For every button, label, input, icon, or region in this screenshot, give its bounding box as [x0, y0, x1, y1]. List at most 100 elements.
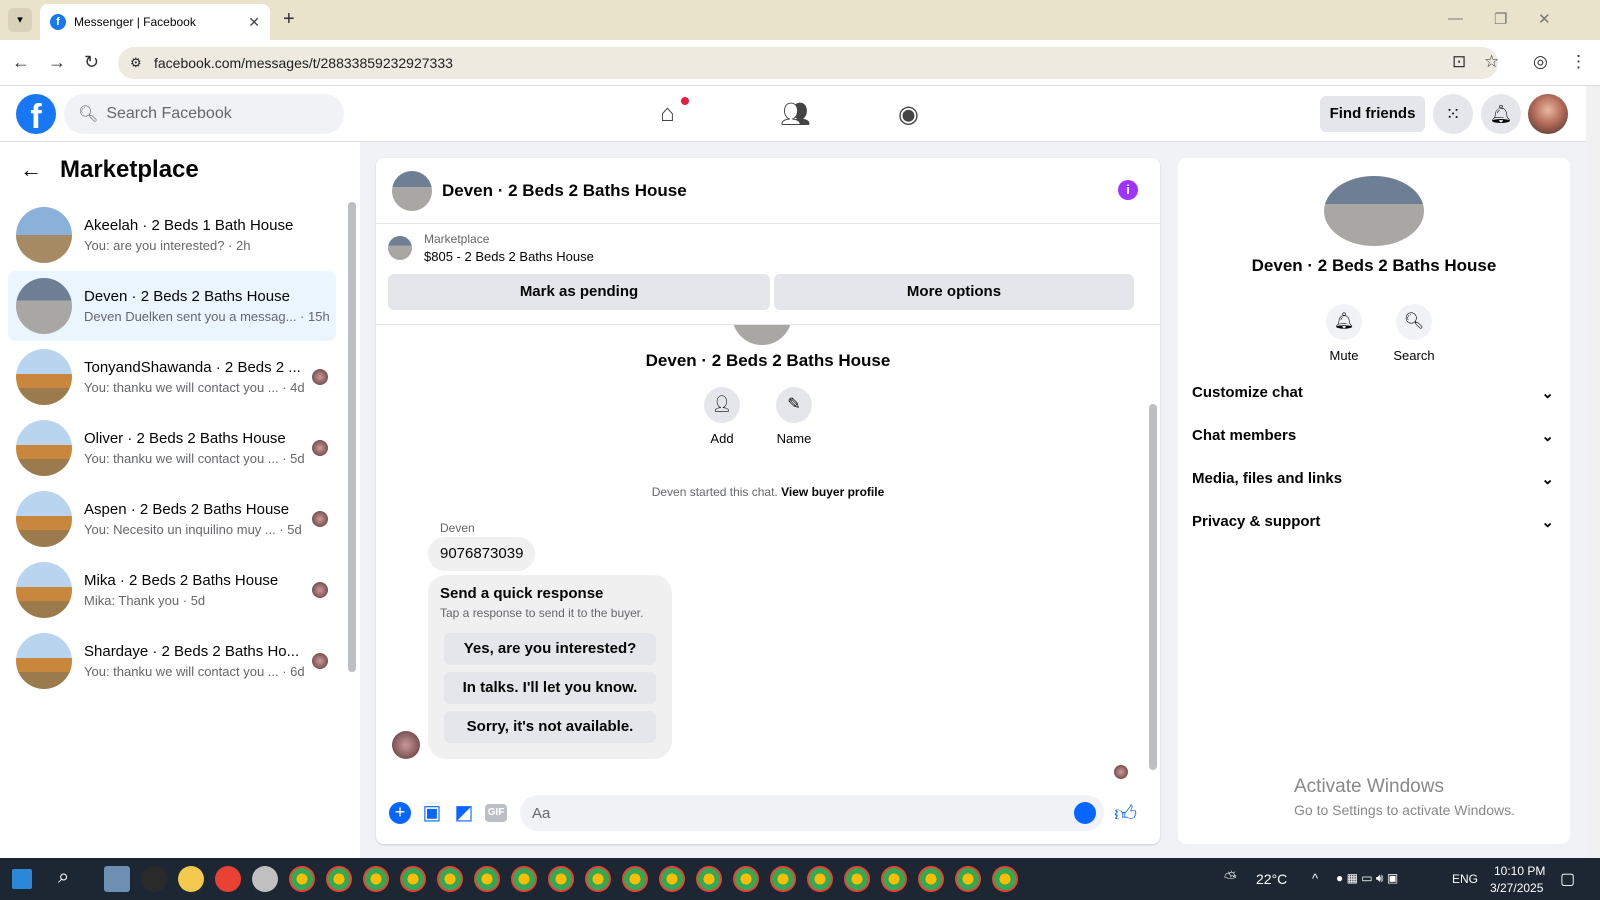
chat-title[interactable]: Deven · 2 Beds 2 Baths House: [442, 181, 687, 201]
browser-tab[interactable]: f Messenger | Facebook ✕: [40, 4, 270, 40]
close-tab-icon[interactable]: ✕: [248, 14, 260, 31]
section-media-files[interactable]: Media, files and links ⌄: [1192, 470, 1554, 488]
forward-button[interactable]: →: [48, 52, 66, 73]
tray-chevron-icon[interactable]: ^: [1312, 871, 1318, 886]
taskbar-app-icon[interactable]: [289, 866, 315, 892]
message-composer: + ▣ ◩ GIF Aa 👍︎: [376, 788, 1160, 838]
notifications-icon[interactable]: ▢: [1560, 869, 1575, 889]
taskbar-app-icon[interactable]: [474, 866, 500, 892]
taskbar-app-icon[interactable]: [437, 866, 463, 892]
quick-option-button[interactable]: In talks. I'll let you know.: [444, 672, 656, 704]
taskbar-app-icon[interactable]: [770, 866, 796, 892]
conversation-item[interactable]: TonyandShawanda · 2 Beds 2 ... You: thank…: [8, 342, 336, 412]
start-icon[interactable]: [12, 869, 32, 889]
search-icon[interactable]: ⌕: [58, 866, 69, 889]
plus-icon[interactable]: +: [389, 802, 411, 824]
conversation-item[interactable]: Akeelah · 2 Beds 1 Bath House You: are yo…: [8, 200, 336, 270]
profile-icon[interactable]: ◎: [1533, 52, 1548, 72]
address-bar[interactable]: ⚙ facebook.com/messages/t/28833859232927…: [118, 47, 1498, 79]
taskbar-app-icon[interactable]: [178, 866, 204, 892]
photo-icon[interactable]: ▣: [419, 800, 445, 826]
conversation-item[interactable]: Shardaye · 2 Beds 2 Baths Ho... You: than…: [8, 626, 336, 696]
taskbar-app-icon[interactable]: [807, 866, 833, 892]
view-buyer-link[interactable]: View buyer profile: [781, 485, 884, 499]
quick-option-button[interactable]: Sorry, it's not available.: [444, 711, 656, 743]
groups-icon[interactable]: ◉: [898, 100, 919, 129]
menu-grid-icon[interactable]: ⁙: [1433, 94, 1473, 134]
taskbar-app-icon[interactable]: [215, 866, 241, 892]
add-label: Add: [710, 431, 734, 446]
find-friends-button[interactable]: Find friends: [1320, 96, 1425, 132]
chat-avatar[interactable]: [392, 170, 432, 211]
taskbar-app-icon[interactable]: [881, 866, 907, 892]
tray-icons[interactable]: ● ▦ ▭ 🔊︎ ▣: [1336, 871, 1398, 886]
taskbar-app-icon[interactable]: [141, 866, 167, 892]
taskbar-app-icon[interactable]: [918, 866, 944, 892]
chat-scrollbar[interactable]: [1149, 404, 1157, 770]
mute-button[interactable]: 🔔︎ Mute: [1314, 304, 1374, 363]
restore-button[interactable]: ❐: [1494, 10, 1507, 28]
clock-date[interactable]: 3/27/2025: [1490, 881, 1543, 895]
menu-icon[interactable]: ⋮: [1570, 52, 1587, 72]
friends-icon[interactable]: 👥︎: [780, 100, 810, 129]
minimize-button[interactable]: —: [1448, 10, 1463, 27]
taskbar-app-icon[interactable]: [622, 866, 648, 892]
list-scrollbar[interactable]: [348, 202, 356, 672]
section-customize-chat[interactable]: Customize chat ⌄: [1192, 384, 1554, 402]
taskbar-app-icon[interactable]: [733, 866, 759, 892]
mark-pending-button[interactable]: Mark as pending: [388, 274, 770, 310]
gif-icon[interactable]: GIF: [485, 804, 507, 822]
facebook-logo[interactable]: f: [16, 94, 56, 136]
message-input[interactable]: Aa: [520, 795, 1104, 831]
message-bubble[interactable]: 9076873039: [428, 537, 536, 571]
more-options-button[interactable]: More options: [774, 274, 1134, 310]
edit-name-button[interactable]: ✎ Name: [764, 387, 824, 446]
sticker-icon[interactable]: ◩: [451, 800, 477, 826]
taskbar-app-icon[interactable]: [992, 866, 1018, 892]
home-icon[interactable]: ⌂: [660, 100, 675, 128]
emoji-icon[interactable]: [1074, 802, 1096, 824]
taskbar-app-icon[interactable]: [104, 866, 130, 892]
search-chat-button[interactable]: 🔍︎ Search: [1384, 304, 1444, 363]
info-icon[interactable]: i: [1118, 180, 1138, 200]
taskbar-app-icon[interactable]: [252, 866, 278, 892]
section-chat-members[interactable]: Chat members ⌄: [1192, 427, 1554, 445]
back-arrow-icon[interactable]: ←: [20, 157, 42, 183]
thumbs-up-icon[interactable]: 👍︎: [1114, 800, 1137, 827]
bookmark-star-icon[interactable]: ☆: [1484, 52, 1499, 72]
tab-search-button[interactable]: ▾: [8, 8, 32, 32]
conversation-item[interactable]: Deven · 2 Beds 2 Baths House Deven Duelke…: [8, 271, 336, 341]
language[interactable]: ENG: [1452, 872, 1478, 886]
clock-time[interactable]: 10:10 PM: [1494, 864, 1545, 878]
taskbar-app-icon[interactable]: [548, 866, 574, 892]
taskbar-app-icon[interactable]: [696, 866, 722, 892]
facebook-search-input[interactable]: 🔍︎ Search Facebook: [64, 94, 344, 134]
taskbar-app-icon[interactable]: [511, 866, 537, 892]
reload-button[interactable]: ↻: [84, 52, 99, 73]
section-privacy-support[interactable]: Privacy & support ⌄: [1192, 513, 1554, 531]
taskbar-app-icon[interactable]: [659, 866, 685, 892]
temperature[interactable]: 22°C: [1256, 871, 1287, 887]
conversation-item[interactable]: Oliver · 2 Beds 2 Baths House You: thanku…: [8, 413, 336, 483]
conversation-thumbnail: [16, 562, 72, 618]
install-app-icon[interactable]: ⊡: [1452, 52, 1466, 72]
taskbar-app-icon[interactable]: [363, 866, 389, 892]
taskbar-app-icon[interactable]: [955, 866, 981, 892]
taskbar-app-icon[interactable]: [326, 866, 352, 892]
taskbar-app-icon[interactable]: [400, 866, 426, 892]
bell-icon[interactable]: 🔔︎: [1481, 94, 1521, 134]
site-info-icon[interactable]: ⚙: [130, 55, 142, 71]
close-window-button[interactable]: ✕: [1538, 10, 1551, 28]
page-scrollbar[interactable]: [1587, 86, 1600, 858]
marketplace-listing[interactable]: Marketplace $805 - 2 Beds 2 Baths House: [388, 232, 594, 264]
conversation-item[interactable]: Aspen · 2 Beds 2 Baths House You: Necesit…: [8, 484, 336, 554]
taskbar-app-icon[interactable]: [844, 866, 870, 892]
add-person-button[interactable]: 👤︎ Add: [692, 387, 752, 446]
profile-avatar[interactable]: [1528, 94, 1568, 134]
quick-option-button[interactable]: Yes, are you interested?: [444, 633, 656, 665]
weather-icon[interactable]: ⛅︎: [1224, 870, 1237, 888]
back-button[interactable]: ←: [12, 52, 30, 73]
conversation-item[interactable]: Mika · 2 Beds 2 Baths House Mika: Thank y…: [8, 555, 336, 625]
taskbar-app-icon[interactable]: [585, 866, 611, 892]
new-tab-button[interactable]: +: [283, 8, 295, 31]
